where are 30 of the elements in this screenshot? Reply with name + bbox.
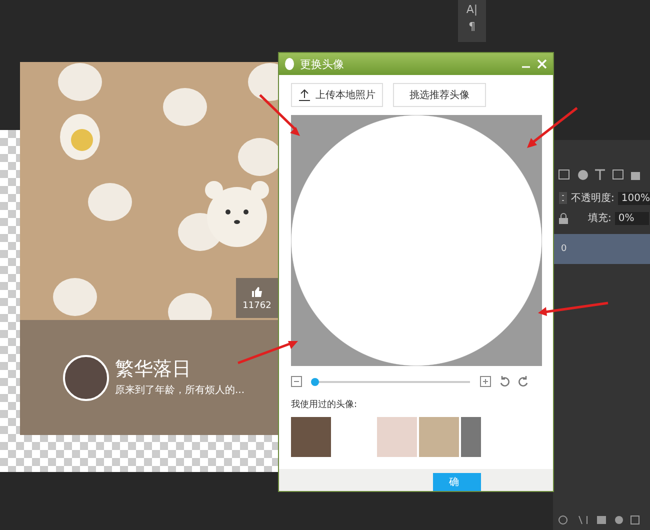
upload-icon	[298, 89, 310, 101]
profile-name: 繁华落日	[115, 358, 192, 380]
lock-icon[interactable]	[559, 212, 568, 224]
like-badge[interactable]: 11762	[236, 278, 278, 318]
profile-bio: 原来到了年龄，所有烦人的...	[115, 384, 245, 397]
rotate-right-icon[interactable]	[518, 376, 529, 387]
opacity-field[interactable]: 100%	[618, 192, 650, 204]
rotate-left-icon[interactable]	[499, 376, 510, 387]
photo-placeholder	[63, 354, 109, 400]
upload-photo-button[interactable]: 上传本地照片	[291, 83, 383, 107]
zoom-in-icon[interactable]	[480, 376, 491, 387]
layer-row[interactable]: 0	[553, 234, 650, 264]
like-count: 11762	[242, 300, 272, 310]
close-icon[interactable]	[537, 59, 547, 69]
annotation-arrow	[538, 302, 608, 316]
history-label: 我使用过的头像:	[290, 398, 358, 411]
opacity-label: 不透明度:	[571, 192, 614, 205]
dialog-title: 更换头像	[300, 56, 344, 72]
tool-glyph[interactable]: ¶	[468, 19, 476, 34]
annotation-arrow	[527, 107, 578, 148]
crop-area[interactable]	[291, 115, 542, 366]
thumbs-up-icon	[251, 286, 263, 298]
annotation-arrow	[238, 341, 298, 364]
tool-glyph[interactable]: A|	[466, 2, 478, 17]
zoom-out-icon[interactable]	[291, 376, 302, 387]
annotation-arrow	[259, 94, 300, 136]
stepper-icon[interactable]	[559, 192, 567, 204]
fill-label: 填充:	[588, 212, 612, 225]
pick-avatar-button[interactable]: 挑选推荐头像	[393, 83, 486, 107]
fill-field[interactable]: 0%	[615, 212, 650, 224]
